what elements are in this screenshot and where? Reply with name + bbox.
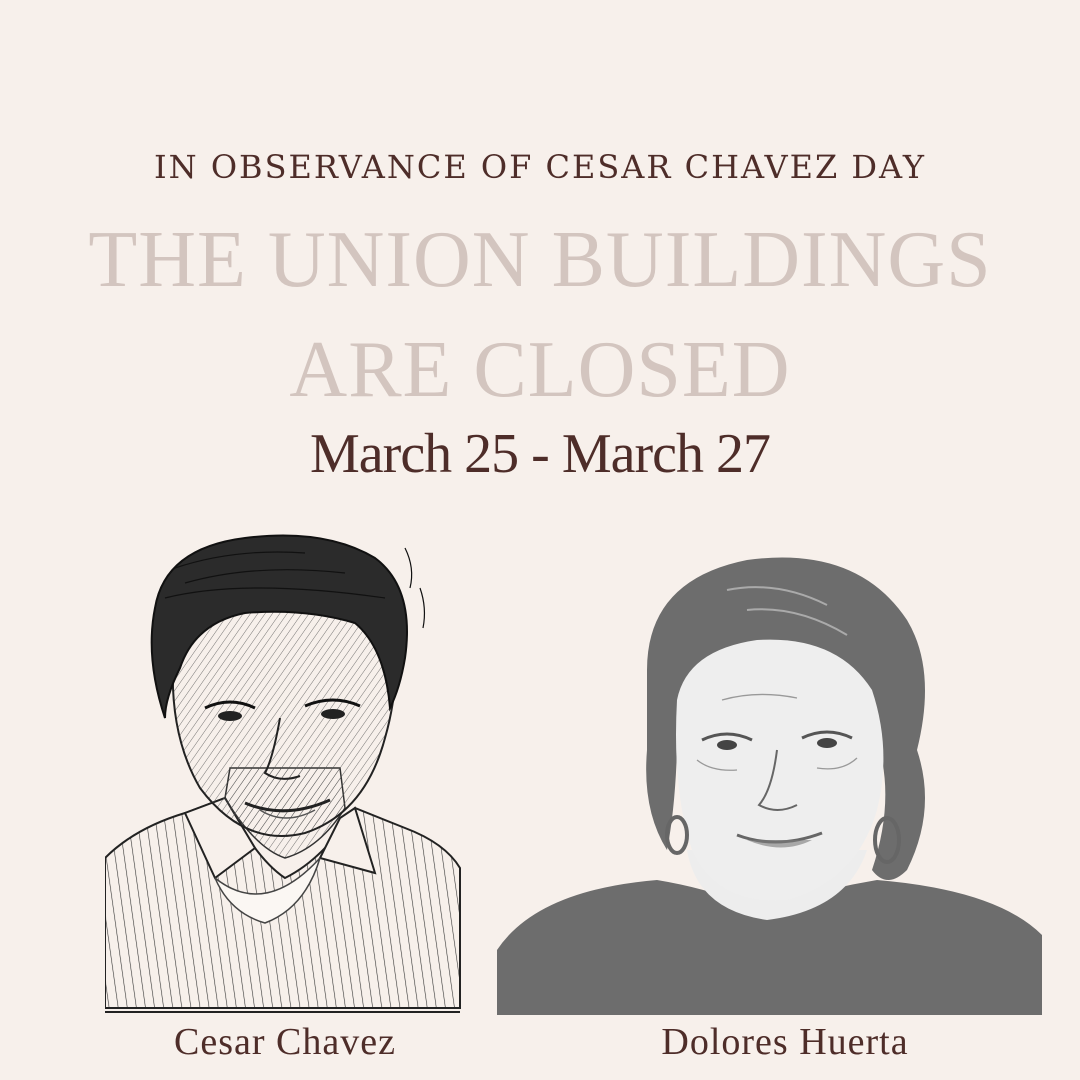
closure-announcement: IN OBSERVANCE OF CESAR CHAVEZ DAY THE UN… (0, 0, 1080, 1080)
dolores-huerta-caption: Dolores Huerta (661, 1021, 909, 1063)
cesar-chavez-portrait (105, 528, 465, 1028)
headline-line-1: THE UNION BUILDINGS (88, 216, 992, 304)
eyebrow-text: IN OBSERVANCE OF CESAR CHAVEZ DAY (154, 148, 926, 186)
closure-dates: March 25 - March 27 (310, 423, 771, 485)
cesar-chavez-sketch (105, 534, 461, 1013)
headline-line-2: ARE CLOSED (289, 326, 791, 414)
dolores-huerta-portrait (497, 550, 1042, 1020)
dolores-huerta-illustration (497, 557, 1042, 1015)
cesar-chavez-caption: Cesar Chavez (174, 1021, 396, 1063)
